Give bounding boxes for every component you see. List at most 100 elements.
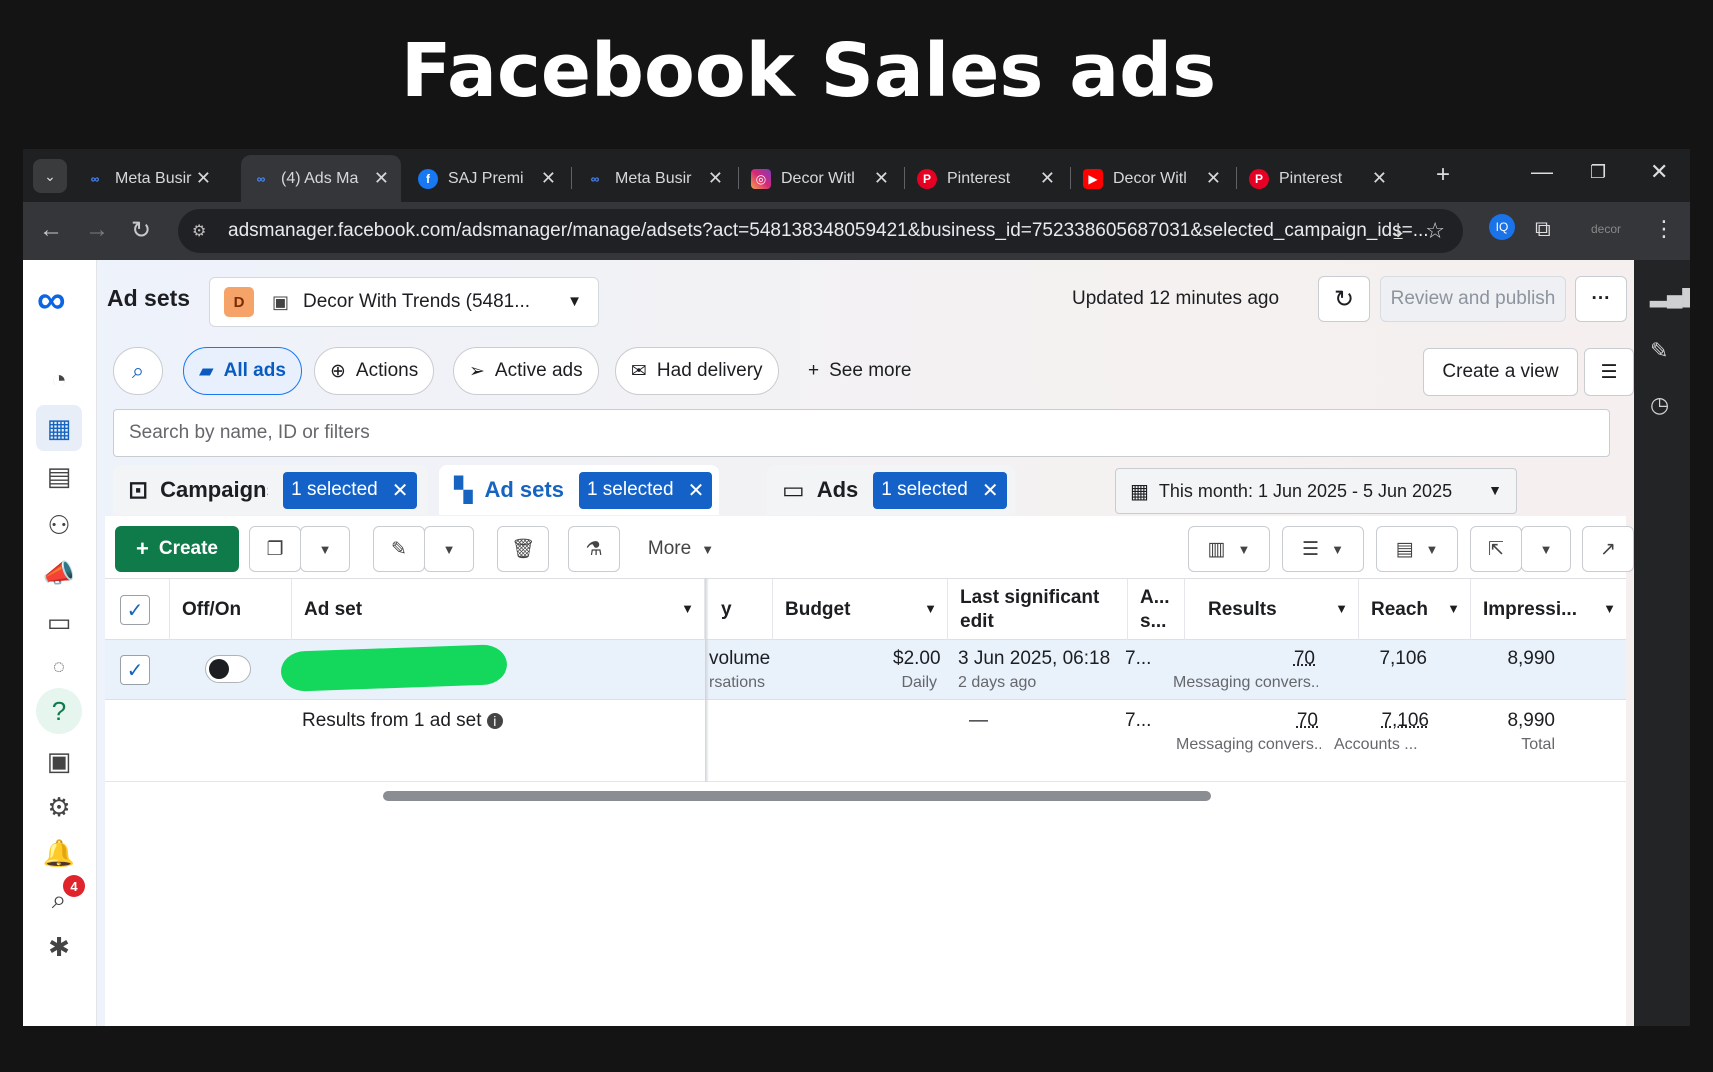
back-arrow-icon[interactable]: ←	[39, 216, 63, 244]
create-button[interactable]: + Create	[115, 526, 239, 572]
reload-icon[interactable]: ↻	[131, 216, 151, 245]
tab-campaigns[interactable]: ⊡ Campaigns 1 selected ✕	[113, 465, 428, 515]
search-icon[interactable]: ⌕	[36, 877, 82, 923]
close-window-icon[interactable]: ✕	[1650, 159, 1668, 185]
col-header-adset[interactable]: Ad set ▼	[292, 579, 705, 641]
edit-dropdown-button[interactable]: ▼	[424, 526, 474, 572]
tab-saj-premium[interactable]: f SAJ Premi ✕	[408, 155, 568, 202]
ads-selected-pill[interactable]: 1 selected ✕	[873, 471, 1007, 509]
filter-chip-had-delivery[interactable]: ✉ Had delivery	[615, 347, 779, 395]
filter-chip-actions[interactable]: ⊕ Actions	[314, 347, 435, 395]
sort-caret-icon[interactable]: ▼	[1447, 601, 1460, 616]
columns-button[interactable]: ▥ ▼	[1188, 526, 1270, 572]
more-actions-button[interactable]: More ▼	[630, 526, 732, 572]
meta-logo-icon[interactable]: ∞	[37, 278, 66, 323]
bookmark-star-icon[interactable]: ☆	[1425, 218, 1445, 244]
totals-results[interactable]: 70	[1288, 710, 1318, 732]
campaigns-selected-pill[interactable]: 1 selected ✕	[283, 471, 417, 509]
close-icon[interactable]: ✕	[1372, 168, 1387, 189]
new-tab-plus-icon[interactable]: +	[1436, 161, 1450, 189]
totals-reach[interactable]: 7,106	[1375, 710, 1429, 732]
install-app-icon[interactable]: ⤓	[1393, 218, 1403, 244]
campaign-megaphone-icon[interactable]: 📣	[36, 550, 82, 596]
notifications-bell-icon[interactable]: 🔔	[36, 830, 82, 876]
ads-manager-table-icon[interactable]: ▦	[36, 405, 82, 451]
results-value[interactable]: 70	[1285, 648, 1315, 670]
export-dropdown-button[interactable]: ▼	[1521, 526, 1571, 572]
tab-youtube-decor[interactable]: ▶ Decor Witl ✕	[1073, 155, 1233, 202]
close-icon[interactable]: ✕	[874, 168, 889, 189]
audiences-icon[interactable]: ⚇	[36, 502, 82, 548]
tab-pinterest-1[interactable]: P Pinterest ✕	[907, 155, 1067, 202]
pages-icon[interactable]: ▤	[36, 453, 82, 499]
table-row[interactable]: ✓ volume rsations $2.00 Daily 3 Jun 2025…	[105, 640, 1626, 700]
reports-button[interactable]: ▤ ▼	[1376, 526, 1458, 572]
search-toggle-button[interactable]: ⌕	[113, 347, 163, 395]
see-more-button[interactable]: + See more	[793, 347, 926, 395]
tab-pinterest-2[interactable]: P Pinterest ✕	[1239, 155, 1399, 202]
create-view-button[interactable]: Create a view	[1423, 348, 1578, 396]
refresh-button[interactable]: ↻	[1318, 276, 1370, 322]
site-settings-icon[interactable]: ⚙	[192, 221, 214, 240]
report-bug-icon[interactable]: ✱	[36, 924, 82, 970]
col-header-last-edit[interactable]: Last significant edit	[948, 579, 1128, 641]
forward-arrow-icon[interactable]: →	[85, 216, 109, 244]
close-icon[interactable]: ✕	[982, 478, 999, 503]
filter-settings-button[interactable]: ☰	[1584, 348, 1634, 396]
date-range-picker[interactable]: ▦ This month: 1 Jun 2025 - 5 Jun 2025 ▼	[1115, 468, 1517, 514]
close-icon[interactable]: ✕	[196, 168, 211, 189]
pencil-icon[interactable]: ✎	[1650, 338, 1668, 364]
history-clock-icon[interactable]: ◷	[1650, 392, 1669, 418]
close-icon[interactable]: ✕	[688, 478, 705, 503]
tab-ads[interactable]: ▭ Ads 1 selected ✕	[767, 465, 1015, 515]
tab-ads-manager[interactable]: ∞ (4) Ads Ma ✕	[241, 155, 401, 202]
billing-card-icon[interactable]: ▭	[36, 599, 82, 645]
col-header-results[interactable]: Results ▼	[1185, 579, 1359, 641]
close-icon[interactable]: ✕	[392, 478, 409, 503]
filter-chip-active-ads[interactable]: ➢ Active ads	[453, 347, 599, 395]
adsets-selected-pill[interactable]: 1 selected ✕	[578, 471, 713, 509]
sort-caret-icon[interactable]: ▼	[681, 601, 694, 616]
sort-caret-icon[interactable]: ▼	[924, 601, 937, 616]
col-header-partial[interactable]: y	[709, 579, 773, 641]
account-selector[interactable]: D ▣ Decor With Trends (5481... ▼	[209, 277, 599, 327]
restore-icon[interactable]: ❐	[1590, 162, 1606, 183]
row-checkbox[interactable]: ✓	[120, 655, 150, 685]
review-publish-button[interactable]: Review and publish	[1380, 276, 1566, 322]
news-feed-icon[interactable]: ▣	[36, 738, 82, 784]
horizontal-scrollbar[interactable]	[383, 791, 1211, 801]
browser-menu-icon[interactable]: ⋮	[1653, 216, 1675, 242]
breakdown-button[interactable]: ☰ ▼	[1282, 526, 1364, 572]
col-header-impressions[interactable]: Impressi... ▼	[1471, 579, 1626, 641]
tab-search-button[interactable]: ⌄	[33, 159, 67, 193]
extension-decor-icon[interactable]: decor	[1591, 222, 1621, 236]
extensions-puzzle-icon[interactable]: ⧉	[1535, 216, 1551, 242]
tab-ad-sets[interactable]: ▚ Ad sets 1 selected ✕	[439, 465, 719, 515]
adset-on-off-toggle[interactable]	[205, 655, 251, 683]
close-icon[interactable]: ✕	[1206, 168, 1221, 189]
close-icon[interactable]: ✕	[1040, 168, 1055, 189]
minimize-icon[interactable]: —	[1531, 159, 1553, 185]
extension-profile-icon[interactable]: IQ	[1489, 214, 1515, 240]
edit-button[interactable]: ✎	[373, 526, 425, 572]
url-bar[interactable]: ⚙ adsmanager.facebook.com/adsmanager/man…	[178, 209, 1463, 253]
more-options-button[interactable]: ···	[1575, 276, 1627, 322]
settings-gear-icon[interactable]: ⚙	[36, 784, 82, 830]
close-icon[interactable]: ✕	[374, 168, 389, 189]
export-button[interactable]: ⇱	[1470, 526, 1522, 572]
duplicate-dropdown-button[interactable]: ▼	[300, 526, 350, 572]
bar-chart-icon[interactable]: ▂▄▆	[1650, 282, 1690, 308]
tab-instagram-decor[interactable]: ◎ Decor Witl ✕	[741, 155, 901, 202]
select-all-checkbox[interactable]: ✓	[120, 595, 150, 625]
col-header-reach[interactable]: Reach ▼	[1359, 579, 1471, 641]
charts-button[interactable]: ↗	[1582, 526, 1634, 572]
tab-meta-business-2[interactable]: ∞ Meta Busir ✕	[575, 155, 735, 202]
ab-test-button[interactable]: ⚗	[568, 526, 620, 572]
dashboard-gauge-icon[interactable]: ◔	[36, 356, 82, 402]
sort-caret-icon[interactable]: ▼	[1603, 601, 1616, 616]
delete-button[interactable]: 🗑	[497, 526, 549, 572]
col-header-attribution[interactable]: A... s...	[1128, 579, 1185, 641]
close-icon[interactable]: ✕	[541, 168, 556, 189]
col-header-offon[interactable]: Off/On	[170, 579, 292, 641]
info-icon[interactable]: i	[486, 713, 503, 729]
